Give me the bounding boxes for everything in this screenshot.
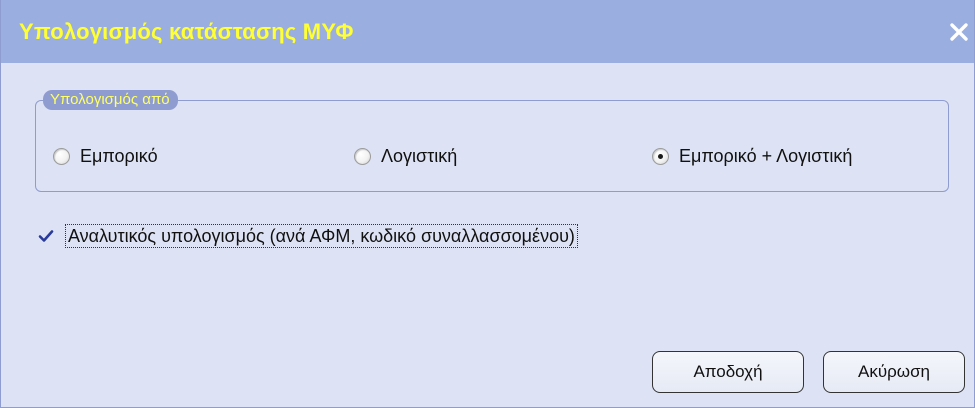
checkbox-checked-icon[interactable] [37, 227, 55, 245]
window-title: Υπολογισμός κατάστασης ΜΥΦ [19, 19, 354, 44]
title-bar[interactable]: Υπολογισμός κατάστασης ΜΥΦ [1, 0, 974, 63]
radio-button-icon[interactable] [652, 147, 669, 165]
radio-button-icon[interactable] [53, 147, 70, 165]
close-icon [950, 23, 968, 41]
dialog-window: Υπολογισμός κατάστασης ΜΥΦ Υπολογισμός α… [0, 0, 975, 408]
accept-button[interactable]: Αποδοχή [652, 351, 804, 393]
radio-accounting[interactable]: Λογιστική [354, 144, 457, 168]
radio-button-icon[interactable] [354, 147, 371, 165]
radio-commercial[interactable]: Εμπορικό [53, 144, 158, 168]
radio-label-commercial-plus-accounting: Εμπορικό + Λογιστική [679, 145, 853, 166]
close-button[interactable] [946, 16, 972, 46]
detailed-calculation-label: Αναλυτικός υπολογισμός (ανά ΑΦΜ, κωδικό … [65, 224, 578, 248]
radio-label-commercial: Εμπορικό [80, 145, 158, 166]
cancel-button[interactable]: Ακύρωση [823, 351, 965, 393]
radio-label-accounting: Λογιστική [381, 145, 458, 166]
group-legend: Υπολογισμός από [43, 90, 178, 110]
radio-commercial-plus-accounting[interactable]: Εμπορικό + Λογιστική [652, 144, 852, 168]
detailed-calculation-checkbox[interactable]: Αναλυτικός υπολογισμός (ανά ΑΦΜ, κωδικό … [37, 224, 578, 248]
